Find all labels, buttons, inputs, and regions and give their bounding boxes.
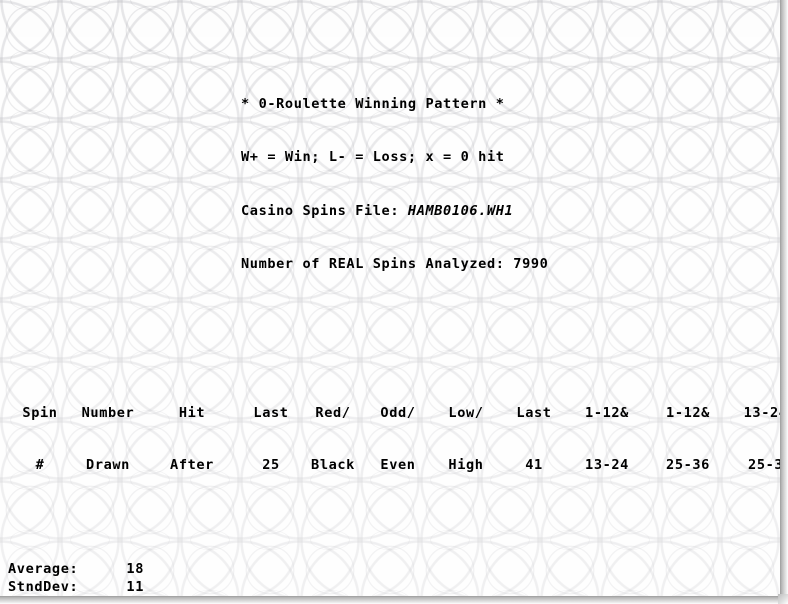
header-oddeven-bottom: Even — [380, 456, 416, 473]
window-right-bevel — [780, 0, 788, 604]
table-header: Spin Number Hit Last Red/Odd/Low/Last 1-12& 1-… — [0, 370, 788, 509]
header-oddeven-top: Odd/ — [380, 404, 416, 421]
window-bottom-bevel — [0, 596, 788, 604]
header-redblack-top: Red/ — [315, 404, 351, 421]
summary-statistics: Average: 18 StndDev: 11 — [0, 561, 782, 596]
stat-row: StndDev: 11 — [8, 579, 782, 596]
table-header-row-top: Spin Number Hit Last Red/Odd/Low/Last 1-12& 1-… — [8, 404, 788, 422]
file-label: Casino Spins File: — [241, 202, 408, 219]
header-redblack-bottom: Black — [311, 456, 355, 473]
stat-value: 11 — [126, 578, 144, 595]
header-last41-bottom: 41 — [525, 456, 543, 473]
header-number-top: Number — [81, 404, 135, 421]
header-dozen2-bottom: 25-36 — [666, 456, 710, 473]
stat-value: 18 — [126, 561, 144, 578]
header-spin-top: Spin — [22, 404, 58, 421]
file-name: HAMB0106.WH1 — [407, 202, 514, 219]
header-last41-top: Last — [516, 404, 552, 421]
table-header-row-bottom: # Drawn After 25 Black Even High 41 13-24 25-36 25… — [8, 456, 788, 474]
report-title: * 0-Roulette Winning Pattern * — [241, 96, 505, 113]
header-dozen1-bottom: 13-24 — [585, 456, 629, 473]
header-hit-bottom: After — [170, 456, 214, 473]
header-last25-top: Last — [253, 404, 289, 421]
report-spin-count: Number of REAL Spins Analyzed: 7990 — [241, 256, 549, 273]
stat-label: Average: — [8, 561, 79, 578]
report-text-area: * 0-Roulette Winning Pattern * W+ = Win;… — [0, 0, 788, 598]
header-lowhigh-top: Low/ — [448, 404, 484, 421]
header-spin-bottom: # — [35, 456, 45, 473]
header-number-bottom: Drawn — [86, 456, 130, 473]
report-file-line: Casino Spins File: HAMB0106.WH1 — [241, 203, 782, 222]
header-dozen2-top: 1-12& — [666, 404, 710, 421]
header-dozen1-top: 1-12& — [585, 404, 629, 421]
roulette-report-window: * 0-Roulette Winning Pattern * W+ = Win;… — [0, 0, 788, 604]
window-corner-bevel — [778, 594, 788, 604]
report-header-block: * 0-Roulette Winning Pattern * W+ = Win;… — [0, 61, 782, 309]
header-lowhigh-bottom: High — [448, 456, 484, 473]
stat-row: Average: 18 — [8, 561, 782, 578]
header-hit-top: Hit — [178, 404, 206, 421]
report-legend: W+ = Win; L- = Loss; x = 0 hit — [241, 149, 505, 166]
header-last25-bottom: 25 — [262, 456, 280, 473]
stat-label: StndDev: — [8, 578, 79, 595]
